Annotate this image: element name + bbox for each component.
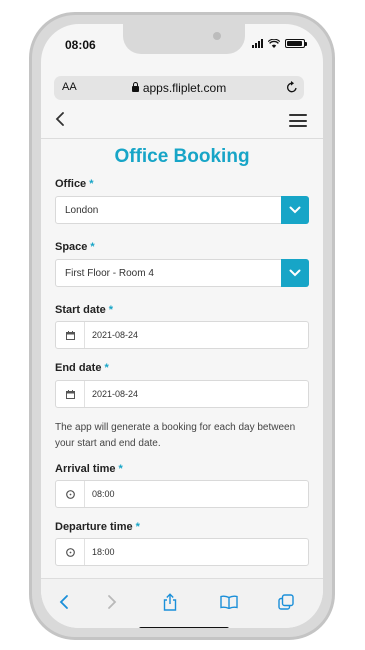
chevron-down-icon <box>289 269 301 277</box>
required-mark: * <box>135 521 140 533</box>
bookmarks-icon[interactable] <box>218 591 240 613</box>
phone-frame: 08:06 AA apps.fliplet.com Office Booking… <box>29 12 335 640</box>
status-icons <box>252 38 307 48</box>
arrival-time-label-text: Arrival time <box>55 463 116 475</box>
space-dropdown-button[interactable] <box>281 259 309 287</box>
menu-button[interactable] <box>289 114 307 127</box>
space-label-text: Space <box>55 241 88 253</box>
start-date-field[interactable]: 2021-08-24 <box>55 321 309 349</box>
start-date-label-text: Start date <box>55 304 106 316</box>
back-arrow-icon[interactable] <box>53 591 75 613</box>
lock-icon <box>131 82 139 92</box>
hamburger-line <box>289 125 307 127</box>
camera-dot <box>213 32 221 40</box>
back-button[interactable] <box>55 112 65 131</box>
end-date-field[interactable]: 2021-08-24 <box>55 380 309 408</box>
start-date-label: Start date * <box>55 304 113 316</box>
office-value: London <box>65 205 99 216</box>
space-select[interactable]: First Floor - Room 4 <box>55 259 309 287</box>
address-bar[interactable]: AA apps.fliplet.com <box>54 76 304 100</box>
office-dropdown-button[interactable] <box>281 196 309 224</box>
browser-toolbar <box>41 578 323 628</box>
chevron-down-icon <box>289 206 301 214</box>
office-label: Office * <box>55 178 93 190</box>
page-title: Office Booking <box>114 146 250 167</box>
departure-time-label-text: Departure time <box>55 521 133 533</box>
arrival-time-field[interactable]: 08:00 <box>55 480 309 508</box>
required-mark: * <box>90 241 95 253</box>
departure-time-value: 18:00 <box>92 547 115 557</box>
required-mark: * <box>89 178 94 190</box>
end-date-value: 2021-08-24 <box>92 389 139 399</box>
end-date-label-text: End date <box>55 362 102 374</box>
forward-arrow-icon[interactable] <box>101 591 123 613</box>
departure-time-field[interactable]: 18:00 <box>55 538 309 566</box>
status-time: 08:06 <box>65 38 96 52</box>
required-mark: * <box>108 304 114 316</box>
end-date-label: End date * <box>55 362 109 374</box>
share-icon[interactable] <box>159 591 181 613</box>
calendar-icon[interactable] <box>56 381 85 407</box>
wifi-icon <box>268 38 280 48</box>
departure-time-label: Departure time * <box>55 521 140 533</box>
url-label: apps.fliplet.com <box>142 81 227 95</box>
office-label-text: Office <box>55 178 87 190</box>
hamburger-line <box>289 114 307 116</box>
home-indicator <box>139 627 229 628</box>
arrival-time-label: Arrival time * <box>55 463 123 475</box>
clock-icon[interactable] <box>56 481 85 507</box>
battery-icon <box>285 38 307 48</box>
helper-text: The app will generate a booking for each… <box>55 422 296 449</box>
start-date-value: 2021-08-24 <box>92 330 139 340</box>
office-select[interactable]: London <box>55 196 309 224</box>
chevron-left-icon <box>55 112 64 126</box>
calendar-icon[interactable] <box>56 322 85 348</box>
space-value: First Floor - Room 4 <box>65 268 154 279</box>
reload-icon[interactable] <box>286 80 298 99</box>
tabs-icon[interactable] <box>275 591 297 613</box>
required-mark: * <box>118 463 123 475</box>
space-label: Space * <box>55 241 95 253</box>
url-text: apps.fliplet.com <box>54 81 304 95</box>
header-divider <box>41 138 323 139</box>
notch <box>123 24 245 54</box>
required-mark: * <box>104 362 109 374</box>
hamburger-line <box>289 119 307 122</box>
signal-icon <box>252 38 263 48</box>
arrival-time-value: 08:00 <box>92 489 115 499</box>
clock-icon[interactable] <box>56 539 85 565</box>
screen: 08:06 AA apps.fliplet.com Office Booking… <box>41 24 323 628</box>
